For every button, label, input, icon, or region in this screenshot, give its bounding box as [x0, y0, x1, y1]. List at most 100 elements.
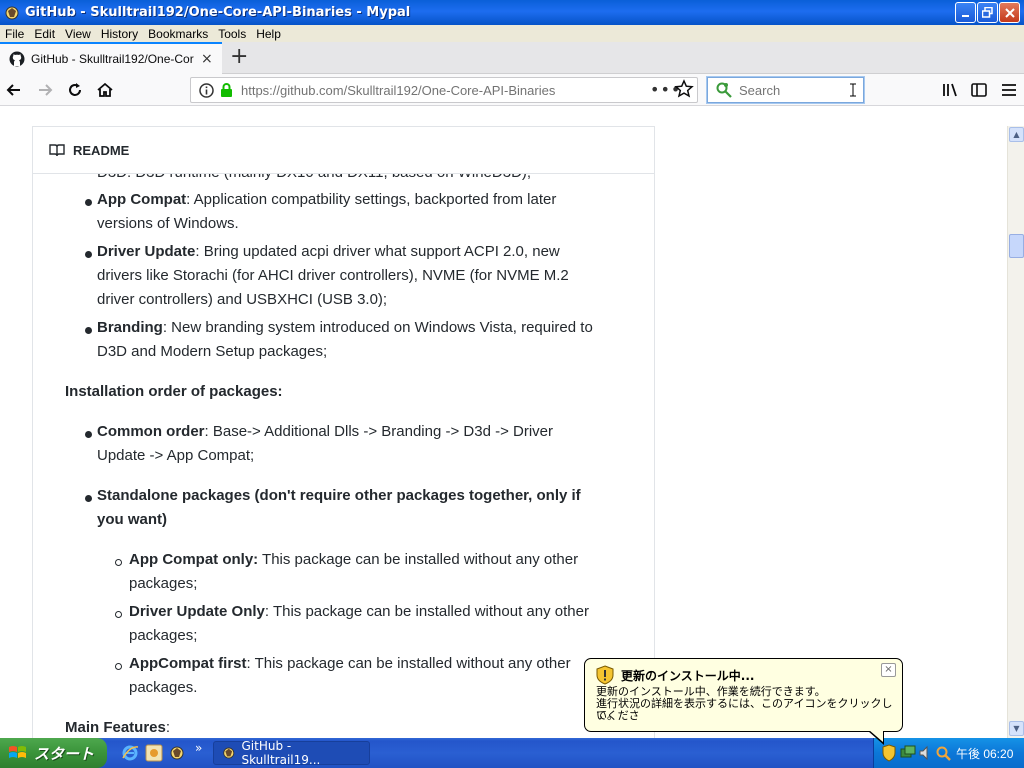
sub-bullet [115, 663, 122, 670]
sub-item-text: : This package can be installed without … [246, 655, 571, 672]
quicklaunch-chevron[interactable]: » [195, 741, 202, 755]
tab-close-button[interactable]: × [201, 51, 213, 67]
volume-icon[interactable] [918, 745, 934, 761]
bullet [85, 495, 92, 502]
reload-button[interactable] [65, 80, 85, 100]
url-text: https://github.com/Skulltrail192/One-Cor… [241, 83, 555, 98]
minimize-button[interactable] [955, 2, 976, 23]
page-content: README D3D: D3D runtime (mainly DX10 and… [0, 106, 1007, 738]
list-item: Branding: New branding system introduced… [97, 316, 627, 364]
close-icon [1004, 7, 1015, 18]
menu-bar: File Edit View History Bookmarks Tools H… [0, 25, 1024, 42]
media-player-icon[interactable] [145, 744, 163, 762]
url-bar[interactable]: https://github.com/Skulltrail192/One-Cor… [190, 77, 698, 103]
url-domain: https://github.com [241, 82, 344, 98]
menu-help[interactable]: Help [251, 27, 286, 41]
item-text: : New branding system introduced on Wind… [162, 319, 593, 336]
item-term: Branding [97, 319, 163, 336]
shield-warning-icon [596, 665, 614, 685]
url-path: /Skulltrail192/One-Core-API-Binaries [343, 82, 556, 98]
back-arrow-icon [6, 84, 20, 96]
forward-arrow-icon [39, 84, 53, 96]
item-text-cont: D3D and Modern Setup packages; [97, 343, 328, 360]
close-window-button[interactable] [999, 2, 1020, 23]
search-tray-icon[interactable] [935, 745, 951, 761]
sub-list-item: App Compat only: This package can be ins… [129, 548, 629, 596]
install-order-heading: Installation order of packages: [65, 383, 283, 400]
readme-header: README [33, 126, 654, 174]
forward-button[interactable] [35, 80, 55, 100]
tab-github[interactable]: GitHub - Skulltrail192/One-Cor × [0, 42, 222, 74]
search-box[interactable] [707, 77, 864, 103]
bullet [85, 199, 92, 206]
github-icon [9, 51, 25, 67]
menu-tools[interactable]: Tools [213, 27, 251, 41]
home-icon [97, 82, 113, 97]
item-text-cont: Update -> App Compat; [97, 447, 255, 464]
mypal-app-icon [5, 6, 19, 19]
scrollbar-thumb[interactable] [1009, 234, 1024, 258]
sidebar-button[interactable] [969, 80, 989, 100]
sub-item-text-cont: packages; [129, 627, 198, 644]
menu-view[interactable]: View [60, 27, 96, 41]
sub-item-term: AppCompat first [129, 655, 247, 672]
balloon-tail-fill [869, 730, 883, 742]
menu-button[interactable] [999, 80, 1019, 100]
search-input[interactable] [739, 82, 849, 98]
bookmark-star-icon[interactable] [674, 79, 694, 99]
item-text-cont: driver controllers) and USBXHCI (USB 3.0… [97, 291, 388, 308]
restore-button[interactable] [977, 2, 998, 23]
list-item: Driver Update: Bring updated acpi driver… [97, 240, 627, 312]
scroll-down-button[interactable]: ▼ [1009, 721, 1024, 736]
window-title: GitHub - Skulltrail192/One-Core-API-Bina… [25, 5, 411, 20]
menu-bookmarks[interactable]: Bookmarks [143, 27, 213, 41]
readme-header-label: README [73, 142, 130, 158]
balloon-title: 更新のインストール中... [621, 669, 755, 683]
system-tray: 午後 06:20 [873, 738, 1024, 768]
sub-bullet [115, 611, 122, 618]
item-text: : Application compatbility settings, bac… [186, 191, 557, 208]
start-label: スタート [34, 744, 95, 763]
minimize-icon [961, 14, 969, 17]
start-button[interactable]: スタート [0, 738, 107, 768]
mypal-quicklaunch-icon[interactable] [168, 744, 186, 762]
balloon-line-3: い。 [596, 709, 618, 722]
library-button[interactable] [940, 80, 960, 100]
update-notification-balloon[interactable]: 更新のインストール中... × 更新のインストール中、作業を続行できます。 進行… [584, 658, 903, 732]
scroll-up-button[interactable]: ▲ [1009, 127, 1024, 142]
taskbar-item-mypal[interactable]: GitHub - Skulltrail19... [213, 739, 370, 767]
windows-flag-icon [9, 746, 26, 758]
new-tab-button[interactable]: + [230, 46, 248, 68]
system-clock: 午後 06:20 [956, 747, 1014, 761]
internet-explorer-icon[interactable] [121, 744, 139, 762]
window-titlebar: GitHub - Skulltrail192/One-Core-API-Bina… [0, 0, 1024, 25]
info-icon[interactable] [199, 82, 214, 98]
home-button[interactable] [95, 80, 115, 100]
sub-list-item: AppCompat first: This package can be ins… [129, 652, 629, 700]
sub-bullet [115, 559, 122, 566]
standalone-line2: you want) [97, 511, 167, 528]
hamburger-menu-icon [1002, 84, 1016, 96]
network-icon[interactable] [900, 745, 916, 761]
sidebar-icon [971, 83, 987, 97]
menu-history[interactable]: History [96, 27, 143, 41]
item-text-cont: versions of Windows. [97, 215, 239, 232]
menu-edit[interactable]: Edit [29, 27, 60, 41]
mypal-task-icon [223, 747, 235, 759]
menu-file[interactable]: File [0, 27, 29, 41]
item-term: Common order [97, 423, 205, 440]
list-item: Standalone packages (don't require other… [97, 484, 627, 532]
back-button[interactable] [4, 80, 24, 100]
search-icon [716, 82, 732, 98]
update-shield-icon[interactable] [882, 744, 896, 762]
vertical-scrollbar[interactable]: ▲ ▼ [1007, 126, 1024, 738]
sub-item-text: : This package can be installed without … [264, 603, 589, 620]
sub-list-item: Driver Update Only: This package can be … [129, 600, 629, 648]
balloon-close-button[interactable]: × [881, 663, 896, 677]
standalone-line1: Standalone packages (don't require other… [97, 487, 581, 504]
navigation-toolbar: https://github.com/Skulltrail192/One-Cor… [0, 74, 1024, 106]
lock-icon [221, 82, 232, 97]
sub-item-term: App Compat only: [129, 551, 259, 568]
list-item: App Compat: Application compatbility set… [97, 188, 627, 236]
library-icon [943, 83, 957, 97]
